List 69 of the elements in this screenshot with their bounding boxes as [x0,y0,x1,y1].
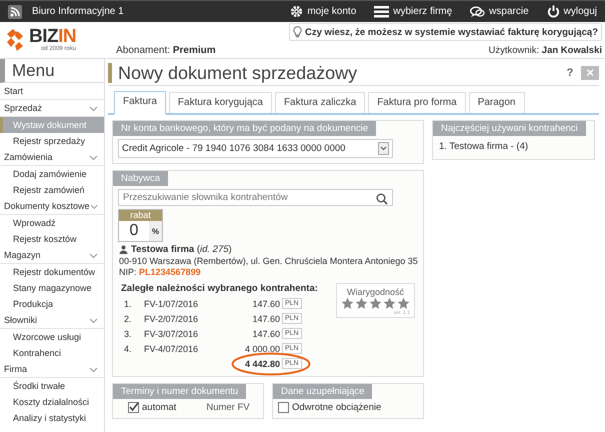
reverse-charge-checkbox[interactable]: Odwrotne obciążenie [278,402,423,413]
menu-item[interactable]: Dodaj zamówienie [0,166,104,182]
panel-header: Nabywca [113,171,168,186]
number-label: Numer FV [206,402,250,413]
top-bar-link[interactable]: wsparcie [470,6,529,18]
menu-section[interactable]: Firma [0,361,104,378]
debt-document[interactable]: FV-2/07/2016 [144,314,224,324]
debts-title: Zaległe należności wybranego kontrahenta: [121,283,318,294]
menu-item[interactable]: Wzorcowe usługi [0,329,104,345]
menu-item[interactable]: Stany magazynowe [0,280,104,296]
menu-section[interactable]: Zamówienia [0,149,104,166]
menu-title: Menu [0,59,104,83]
debt-amount: 147.60 [251,298,280,308]
nip-label: NIP: [119,267,137,277]
debt-amount: 147.60 [251,328,280,338]
contractor-name: Testowa firma (id. 275) [131,244,232,255]
menu-item[interactable]: Rejestr dokumentów [0,264,104,280]
debt-document[interactable]: FV-1/07/2016 [144,298,224,308]
top-bar-link[interactable]: moje konto [290,5,356,18]
search-field[interactable]: Przeszukiwanie słownika kontrahentów [118,189,393,206]
menu-section[interactable]: Słowniki [0,312,104,329]
debt-amount: 147.60 [251,314,280,324]
tab[interactable]: Paragon [468,92,524,113]
panel-header: Dane uzupełniające [273,384,372,399]
panel-header: Najczęściej używani kontrahenci [433,121,586,136]
auto-checkbox[interactable]: automat [128,402,176,413]
debt-number: 1. [123,298,133,308]
page-title: Nowy dokument sprzedażowy [118,62,358,84]
discount-field[interactable]: 0 [119,222,149,240]
menu-item[interactable]: Analizy i statystyki [0,410,104,426]
bank-account-select[interactable]: Credit Agricole - 79 1940 1076 3084 1633 0000 0000 [118,139,393,158]
menu-item[interactable]: Rejestr zamówień [0,182,104,198]
nip-value: PL1234567899 [139,267,201,277]
office-name: Biuro Informacyjne 1 [32,6,124,17]
percent-label: % [148,221,162,241]
tab[interactable]: Faktura zaliczka [274,92,366,113]
tab[interactable]: Faktura korygująca [168,92,272,113]
menu-item[interactable]: Kontrahenci [0,345,104,361]
menu-section[interactable]: Magazyn [0,247,104,264]
panel-header: Terminy i numer dokumentu [113,384,246,399]
tip-text: Czy wiesz, że możesz w systemie wystawiać fakturę korygującą? [304,26,598,38]
menu-item[interactable]: Środki trwałe [0,378,104,394]
contractor-address: 00-910 Warszawa (Rembertów), ul. Gen. Chruściela Montera Antoniego 35 [119,256,417,266]
debt-document[interactable]: FV-4/07/2016 [144,344,224,354]
top-bar-link[interactable]: wyloguj [546,5,597,18]
menu-item[interactable]: Koszty działalności [0,394,104,410]
reliability-title: Wiarygodność [346,287,406,297]
debt-total: 4 442.80 [244,358,280,368]
debt-number: 4. [123,344,133,354]
subscription-label: Abonament: Premium [116,45,216,56]
debt-document[interactable]: FV-3/07/2016 [144,328,224,338]
menu-item[interactable]: Rejestr kosztów [0,231,104,247]
user-label: Użytkownik: Jan Kowalski [488,45,602,56]
top-bar-link[interactable]: wybierz firmę [374,6,452,18]
menu-section[interactable]: Start [0,83,104,100]
debt-number: 3. [123,328,133,338]
menu-item[interactable]: Wprowadź [0,215,104,231]
panel-header: Nr konta bankowego, który ma być podany na dokumencie [113,121,376,136]
frequent-contractor[interactable]: 1. Testowa firma - (4) [433,139,594,154]
menu-section[interactable]: Dokumenty kosztowe [0,198,104,215]
menu-item[interactable]: Produkcja [0,296,104,312]
debt-number: 2. [123,314,133,324]
tab[interactable]: Faktura pro forma [368,92,466,113]
menu-item[interactable]: Rejestr sprzedaży [0,133,104,149]
help-button[interactable]: ? [566,67,574,79]
tab[interactable]: Faktura [114,91,166,115]
debt-amount: 4 000.00 [244,344,280,354]
discount-label: rabat [119,210,162,221]
logo-text: BIZIN [29,28,76,46]
